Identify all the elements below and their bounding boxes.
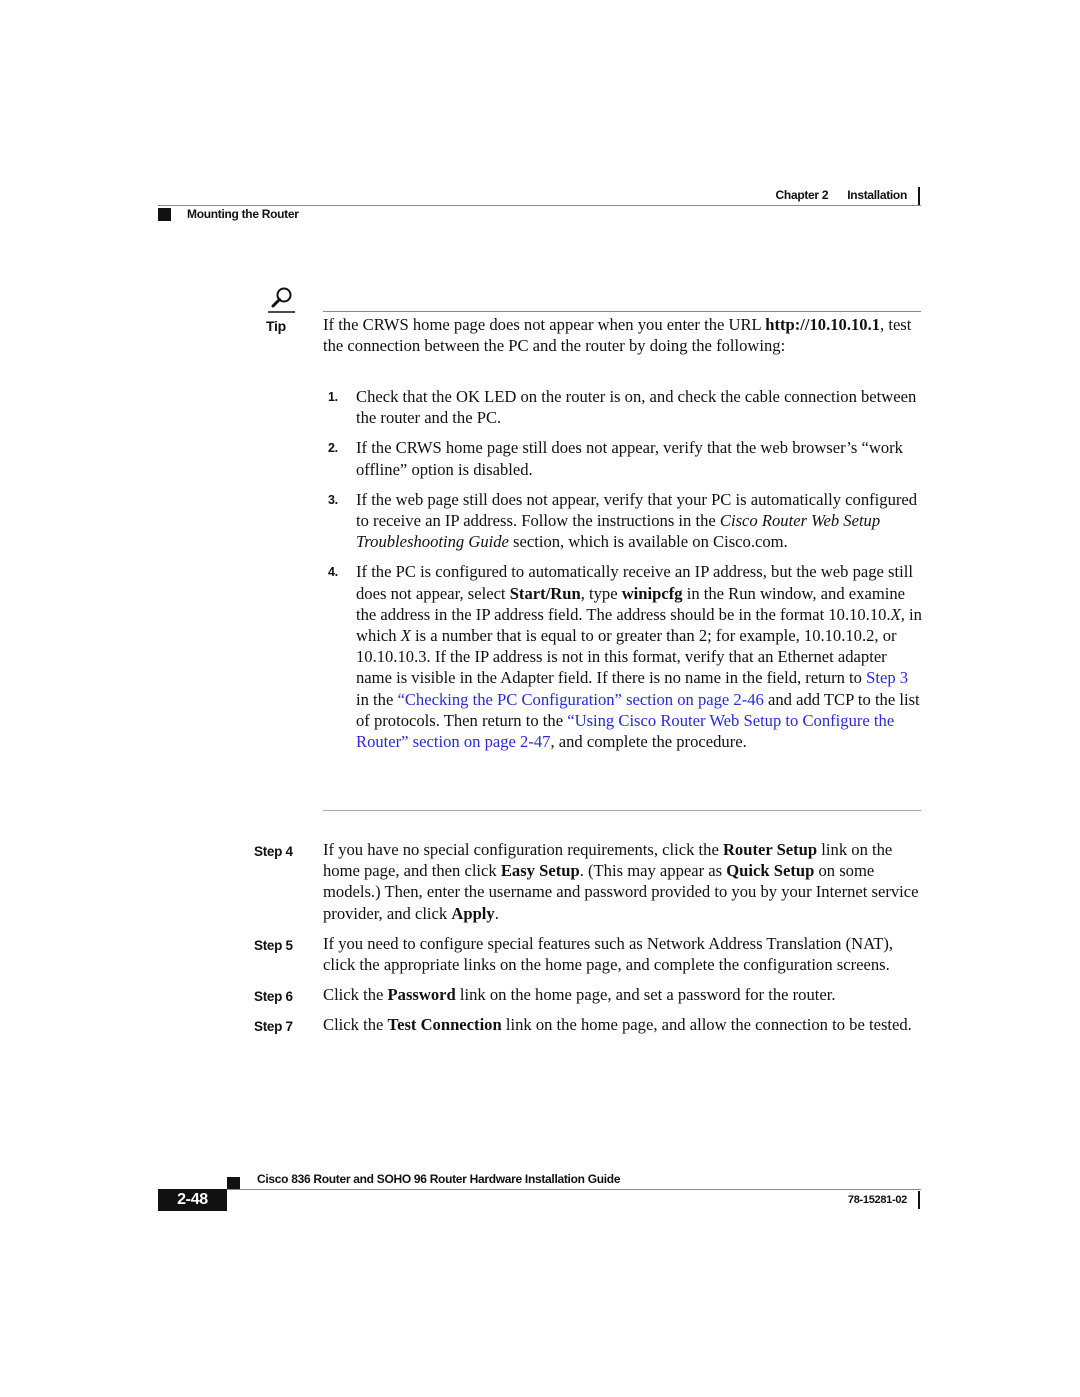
url-text: http://10.10.10.1 xyxy=(765,315,881,334)
text-run: Click the xyxy=(323,1015,388,1035)
steps-list: Step 4 If you have no special configurat… xyxy=(254,839,924,1045)
text-run: is a number that is equal to or greater … xyxy=(356,626,897,688)
step-label: Step 5 xyxy=(254,937,293,953)
tip-rule-bottom xyxy=(323,810,921,811)
test-connection-bold: Test Connection xyxy=(387,1015,502,1035)
apply-bold: Apply xyxy=(451,903,495,923)
text-run: link on the home page, and set a passwor… xyxy=(455,985,836,1005)
tip-intro-text: If the CRWS home page does not appear wh… xyxy=(323,315,762,334)
step-3-link[interactable]: Step 3 xyxy=(866,668,908,687)
winipcfg-bold: winipcfg xyxy=(621,583,683,603)
list-item: 2. If the CRWS home page still does not … xyxy=(323,437,923,479)
list-item-text: If the CRWS home page still does not app… xyxy=(356,438,903,479)
tip-rule-top xyxy=(323,311,921,312)
header-square-marker xyxy=(158,208,171,221)
list-item-text-2: section, which is available on Cisco.com… xyxy=(508,532,788,552)
step-label: Step 7 xyxy=(254,1019,293,1035)
text-run: link on the home page, and allow the con… xyxy=(501,1015,912,1035)
step-text: If you need to configure special feature… xyxy=(323,933,894,975)
list-number: 1. xyxy=(328,390,338,404)
text-run: in the xyxy=(356,689,398,709)
text-run: If you have no special configuration req… xyxy=(323,840,723,859)
step-4: Step 4 If you have no special configurat… xyxy=(254,839,924,924)
step-label: Step 6 xyxy=(254,989,293,1005)
list-number: 2. xyxy=(328,441,338,456)
page-number: 2-48 xyxy=(158,1189,227,1211)
chapter-label: Chapter 2 xyxy=(775,188,829,202)
list-number: 3. xyxy=(328,492,338,507)
footer-bar xyxy=(918,1191,920,1209)
router-setup-bold: Router Setup xyxy=(722,840,818,859)
list-number: 4. xyxy=(328,565,338,580)
text-run: , and complete the procedure. xyxy=(550,732,747,752)
italic-x: X, xyxy=(890,604,905,624)
header-bar xyxy=(918,187,920,205)
text-run: Click the xyxy=(323,985,388,1005)
step-5: Step 5 If you need to configure special … xyxy=(254,933,924,975)
document-number: 78-15281-02 xyxy=(847,1194,907,1206)
list-item-text: Check that the OK LED on the router is o… xyxy=(356,387,917,428)
header-rule xyxy=(158,205,921,206)
step-6: Step 6 Click the Password link on the ho… xyxy=(254,984,924,1005)
start-run-bold: Start/Run xyxy=(509,583,581,603)
list-item: 4. If the PC is configured to automatica… xyxy=(323,561,923,752)
magnifier-icon xyxy=(268,287,295,313)
step-label: Step 4 xyxy=(254,844,293,859)
chapter-title: Installation xyxy=(847,188,907,202)
step-7: Step 7 Click the Test Connection link on… xyxy=(254,1014,924,1035)
text-run: . (This may appear as xyxy=(579,861,727,881)
running-header-chapter: Chapter 2 Installation xyxy=(775,188,908,202)
footer-guide-title: Cisco 836 Router and SOHO 96 Router Hard… xyxy=(257,1172,621,1186)
list-item: 3. If the web page still does not appear… xyxy=(323,489,923,553)
list-item: 1. Check that the OK LED on the router i… xyxy=(323,386,923,428)
footer-rule xyxy=(227,1189,921,1190)
checking-pc-config-link[interactable]: “Checking the PC Configuration” section … xyxy=(397,690,763,709)
quick-setup-bold: Quick Setup xyxy=(726,861,815,881)
section-title: Mounting the Router xyxy=(187,207,299,221)
easy-setup-bold: Easy Setup xyxy=(500,861,580,881)
tip-label: Tip xyxy=(266,318,286,334)
tip-intro: If the CRWS home page does not appear wh… xyxy=(323,314,923,356)
troubleshooting-list: 1. Check that the OK LED on the router i… xyxy=(323,386,923,761)
italic-x: X xyxy=(400,626,411,646)
password-bold: Password xyxy=(387,985,456,1005)
text-run: , type xyxy=(580,583,622,603)
text-run: . xyxy=(494,903,499,923)
